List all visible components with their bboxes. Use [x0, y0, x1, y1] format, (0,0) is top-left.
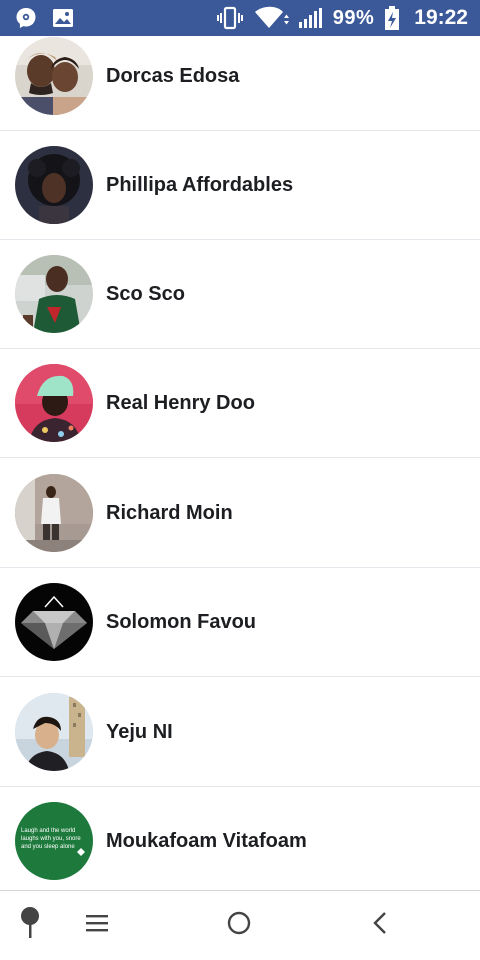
contact-row[interactable]: Richard Moin: [0, 459, 480, 568]
wifi-icon: [253, 6, 289, 30]
contact-name: Phillipa Affordables: [106, 174, 294, 196]
pin-icon: [18, 906, 42, 945]
contact-row[interactable]: Dorcas Edosa: [0, 36, 480, 131]
screen: 99% 19:22 Dorcas Edosa Phillipa Affordab…: [0, 0, 480, 960]
avatar: [15, 146, 93, 224]
contact-name: Sco Sco: [106, 283, 185, 305]
contact-name: Yeju NI: [106, 721, 173, 743]
contact-row[interactable]: Yeju NI: [0, 678, 480, 787]
avatar: [15, 474, 93, 552]
avatar: [15, 255, 93, 333]
status-bar: 99% 19:22: [0, 0, 480, 36]
contact-name: Moukafoam Vitafoam: [106, 830, 307, 852]
avatar: [15, 693, 93, 771]
contact-list: Dorcas Edosa Phillipa Affordables Sco Sc…: [0, 36, 480, 890]
contact-name: Dorcas Edosa: [106, 65, 240, 87]
back-icon: [370, 910, 390, 941]
home-button[interactable]: [209, 891, 269, 960]
contact-name: Richard Moin: [106, 502, 233, 524]
avatar-quote-text: Laugh and the world laughs with you, snor…: [21, 828, 81, 850]
clock: 19:22: [414, 6, 468, 29]
gallery-notification-icon: [52, 8, 74, 28]
vibrate-icon: [216, 6, 243, 30]
avatar: Laugh and the world laughs with you, snor…: [15, 802, 93, 880]
contact-row[interactable]: Solomon Favou: [0, 568, 480, 677]
avatar: [15, 364, 93, 442]
contact-row[interactable]: Real Henry Doo: [0, 349, 480, 458]
avatar: [15, 583, 93, 661]
avatar: [15, 37, 93, 115]
messenger-notification-icon: [14, 6, 38, 30]
home-icon: [226, 910, 252, 941]
menu-button[interactable]: [68, 891, 128, 960]
contact-name: Solomon Favou: [106, 611, 256, 633]
signal-icon: [298, 8, 323, 28]
pin-button[interactable]: [0, 891, 60, 960]
contact-row[interactable]: Sco Sco: [0, 240, 480, 349]
battery-charging-icon: [384, 6, 400, 30]
contact-name: Real Henry Doo: [106, 392, 255, 414]
menu-icon: [85, 912, 111, 939]
contact-row[interactable]: Phillipa Affordables: [0, 131, 480, 240]
battery-percentage: 99%: [332, 6, 375, 29]
contact-row[interactable]: Laugh and the world laughs with you, snor…: [0, 787, 480, 890]
navigation-bar: [0, 890, 480, 960]
back-button[interactable]: [350, 891, 410, 960]
